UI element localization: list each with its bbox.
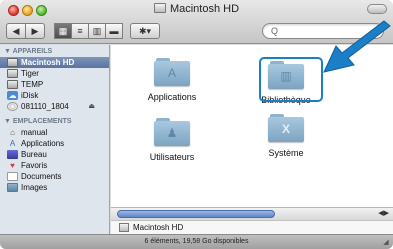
sidebar-item-label: Macintosh HD <box>21 58 75 67</box>
forward-arrow-icon: ▶ <box>31 25 39 36</box>
folder-utilisateurs[interactable]: ♟ Utilisateurs <box>132 118 212 162</box>
forward-button[interactable]: ▶ <box>25 23 45 39</box>
eject-icon[interactable]: ⏏ <box>88 101 95 112</box>
scroll-arrows-icon[interactable]: ◀▶ <box>378 209 389 217</box>
sidebar-item-label: Tiger <box>21 69 39 78</box>
sidebar-item-disc[interactable]: 081110_1804 ⏏ <box>0 101 109 112</box>
home-icon: ⌂ <box>10 128 15 137</box>
finder-window: Macintosh HD ◀ ▶ ▦ ≡ ▥ ▬ ✱▾ Q ▼ APPAREIL… <box>0 0 393 249</box>
status-bar: 6 éléments, 19,58 Go disponibles ◢ <box>0 234 393 249</box>
folder-label: Applications <box>147 92 197 102</box>
scrollbar-thumb[interactable] <box>117 210 275 218</box>
sidebar-item-favoris[interactable]: ♥ Favoris <box>0 160 109 171</box>
path-bar: Macintosh HD <box>111 220 393 234</box>
sidebar-item-label: Documents <box>21 172 62 181</box>
sidebar-item-label: manual <box>21 128 48 137</box>
sidebar-item-tiger[interactable]: Tiger <box>0 68 109 79</box>
sidebar-item-label: Bureau <box>21 150 47 159</box>
folder-applications[interactable]: A Applications <box>132 58 212 102</box>
highlight-box <box>259 57 323 102</box>
status-text: 6 éléments, 19,58 Go disponibles <box>144 238 249 245</box>
hard-drive-icon <box>7 58 18 67</box>
hard-drive-icon <box>7 69 18 78</box>
pointer-arrow-icon <box>323 20 391 73</box>
cover-flow-button[interactable]: ▬ <box>105 23 123 39</box>
window-title: Macintosh HD <box>169 3 240 15</box>
users-folder-icon: ♟ <box>154 118 190 146</box>
resize-grip-icon[interactable]: ◢ <box>382 239 390 247</box>
gear-icon: ✱▾ <box>138 25 152 36</box>
applications-folder-icon: A <box>154 58 190 86</box>
hard-drive-icon <box>153 3 166 13</box>
sidebar-item-label: Favoris <box>21 161 48 170</box>
back-arrow-icon: ◀ <box>12 25 20 36</box>
images-icon <box>7 183 18 192</box>
sidebar-item-documents[interactable]: Documents <box>0 171 109 182</box>
sidebar-item-label: iDisk <box>21 91 39 100</box>
hard-drive-icon <box>7 80 18 89</box>
desktop-icon <box>7 150 18 159</box>
horizontal-scrollbar[interactable]: ◀▶ <box>111 207 393 220</box>
column-view-button[interactable]: ▥ <box>88 23 106 39</box>
icon-view-icon: ▦ <box>58 25 68 36</box>
folder-label: Utilisateurs <box>149 152 195 162</box>
sidebar-item-label: 081110_1804 <box>21 102 69 111</box>
idisk-icon: ☁ <box>7 91 18 100</box>
applications-icon: A <box>9 139 16 148</box>
sidebar-item-label: TEMP <box>21 80 44 89</box>
sidebar-item-manual[interactable]: ⌂ manual <box>0 127 109 138</box>
sidebar-item-label: Applications <box>21 139 65 148</box>
folder-label: Système <box>268 148 304 158</box>
list-view-button[interactable]: ≡ <box>71 23 89 39</box>
sidebar-item-macintosh-hd[interactable]: Macintosh HD <box>0 57 109 68</box>
toolbar-toggle-button[interactable] <box>367 4 387 14</box>
favorites-icon: ♥ <box>10 161 15 170</box>
sidebar: ▼ APPAREILS Macintosh HD Tiger TEMP ☁ iD… <box>0 45 110 249</box>
cover-flow-icon: ▬ <box>109 26 119 36</box>
sidebar-item-images[interactable]: Images <box>0 182 109 193</box>
sidebar-item-temp[interactable]: TEMP <box>0 79 109 90</box>
sidebar-header-devices: ▼ APPAREILS <box>4 48 53 55</box>
documents-icon <box>7 172 18 181</box>
sidebar-item-idisk[interactable]: ☁ iDisk <box>0 90 109 101</box>
sidebar-header-places: ▼ EMPLACEMENTS <box>4 118 72 125</box>
icon-view-button[interactable]: ▦ <box>54 23 72 39</box>
system-folder-icon: X <box>268 114 304 142</box>
window-title-area: Macintosh HD <box>0 3 393 15</box>
hard-drive-icon <box>119 223 129 232</box>
sidebar-item-bureau[interactable]: Bureau <box>0 149 109 160</box>
path-label[interactable]: Macintosh HD <box>133 223 183 232</box>
disc-icon <box>7 102 18 111</box>
column-view-icon: ▥ <box>92 25 102 36</box>
list-view-icon: ≡ <box>77 26 83 36</box>
sidebar-item-applications[interactable]: A Applications <box>0 138 109 149</box>
back-button[interactable]: ◀ <box>6 23 26 39</box>
search-icon: Q <box>271 26 279 36</box>
action-menu-button[interactable]: ✱▾ <box>130 23 160 39</box>
folder-systeme[interactable]: X Système <box>246 114 326 158</box>
sidebar-item-label: Images <box>21 183 48 192</box>
